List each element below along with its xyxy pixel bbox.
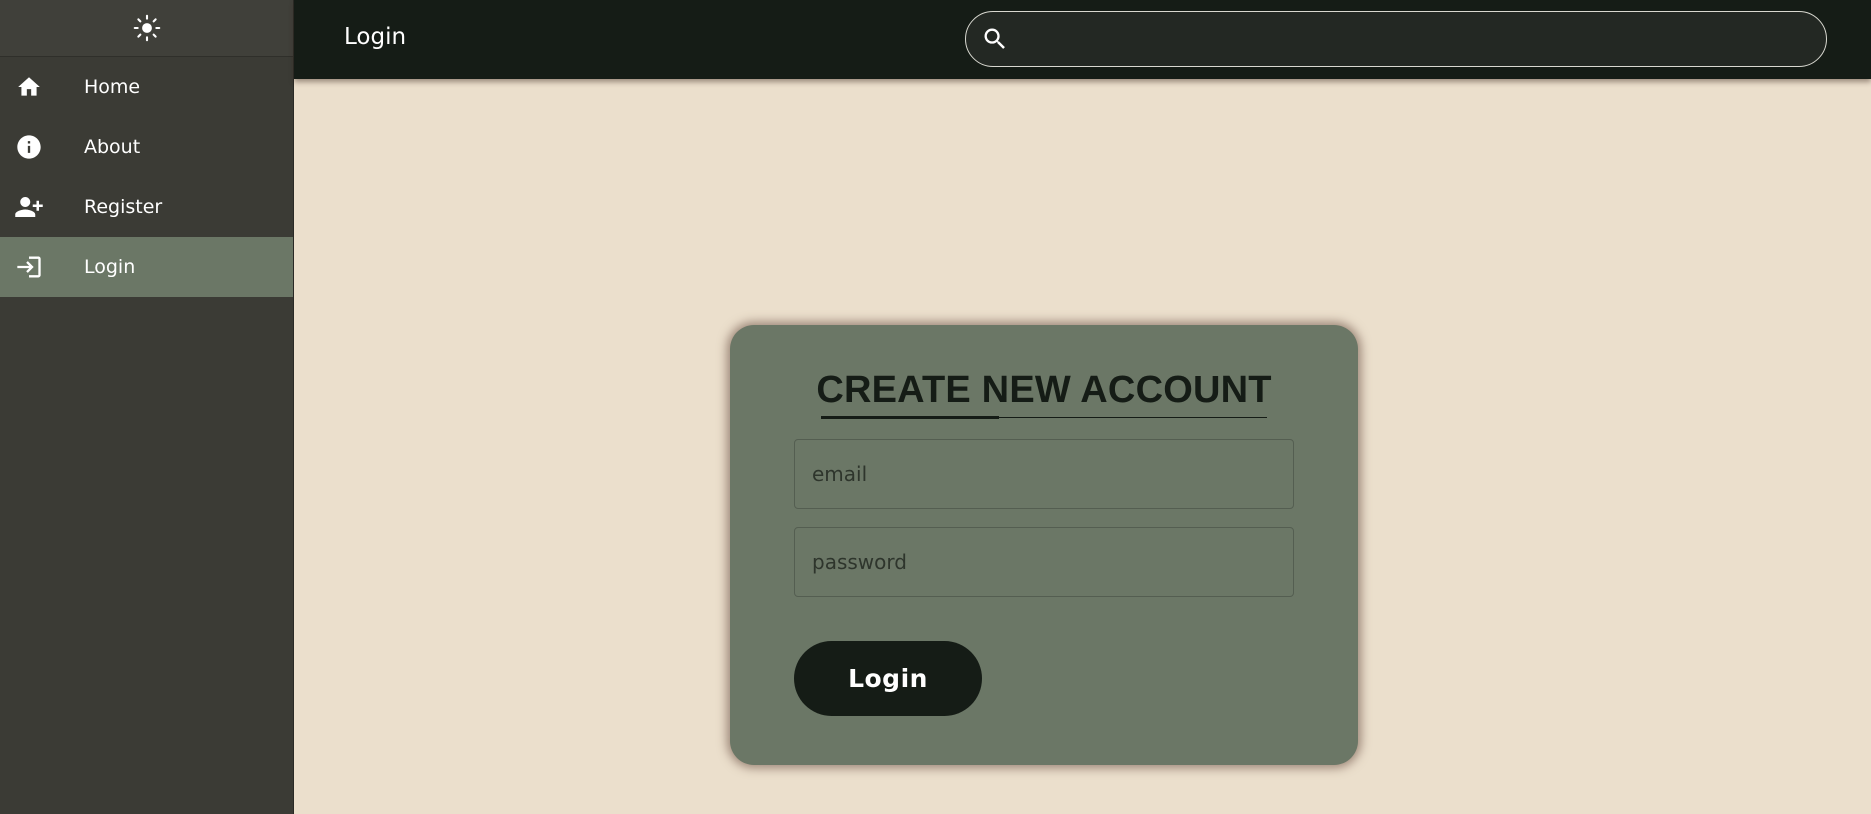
- nav-list: Home About Register Login: [0, 57, 293, 297]
- login-button[interactable]: Login: [794, 641, 982, 716]
- sidebar-item-label: Login: [84, 256, 136, 278]
- form-title: CREATE NEW ACCOUNT: [816, 369, 1272, 411]
- password-field: [794, 527, 1294, 597]
- sidebar-item-about[interactable]: About: [0, 117, 293, 177]
- login-icon: [14, 252, 44, 282]
- home-icon: [14, 72, 44, 102]
- search-icon[interactable]: [980, 24, 1010, 54]
- sidebar: Home About Register Login: [0, 0, 294, 814]
- sidebar-item-home[interactable]: Home: [0, 57, 293, 117]
- sidebar-item-label: Home: [84, 76, 141, 98]
- info-icon: [14, 132, 44, 162]
- theme-toggle-button[interactable]: [129, 10, 165, 46]
- title-underline-accent: [821, 416, 999, 419]
- page-title: Login: [344, 24, 407, 50]
- email-input[interactable]: [795, 440, 1293, 508]
- email-field: [794, 439, 1294, 509]
- person-add-icon: [14, 192, 44, 222]
- search-input[interactable]: [1010, 12, 1826, 66]
- sidebar-item-register[interactable]: Register: [0, 177, 293, 237]
- sidebar-item-label: About: [84, 136, 141, 158]
- sidebar-item-label: Register: [84, 196, 163, 218]
- sidebar-item-login[interactable]: Login: [0, 237, 293, 297]
- top-bar: Login: [294, 0, 1871, 79]
- sidebar-header: [0, 0, 293, 57]
- login-card: CREATE NEW ACCOUNT Login: [730, 325, 1358, 765]
- sun-icon: [133, 14, 160, 42]
- password-input[interactable]: [795, 528, 1293, 596]
- search-box[interactable]: [965, 11, 1827, 67]
